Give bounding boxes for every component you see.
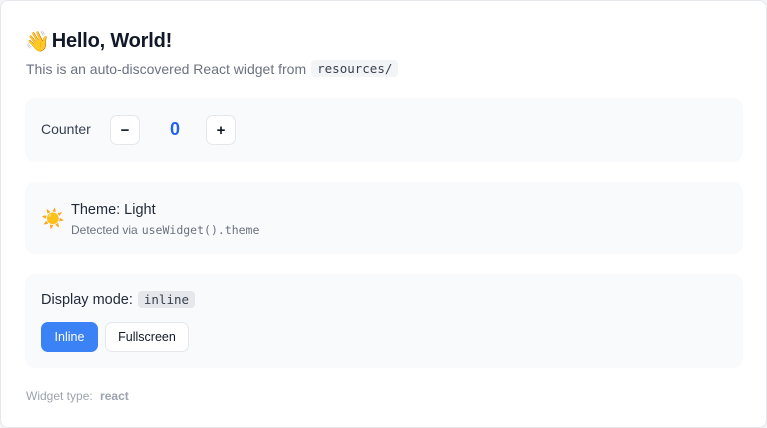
theme-detected-code: useWidget().theme	[141, 223, 260, 237]
inline-mode-button[interactable]: Inline	[41, 322, 98, 352]
display-mode-code: inline	[137, 291, 196, 308]
resources-path-code: resources/	[311, 60, 399, 77]
display-mode-label-text: Display mode:	[41, 291, 133, 308]
page-title: 👋 Hello, World!	[25, 29, 172, 54]
widget-type-label: Widget type:	[26, 389, 93, 403]
theme-detected-line: Detected via useWidget().theme	[71, 223, 259, 237]
widget-type-value: react	[100, 389, 129, 403]
fullscreen-mode-button[interactable]: Fullscreen	[105, 322, 189, 352]
theme-card: ☀️ Theme: Light Detected via useWidget()…	[25, 182, 743, 254]
page-subtitle: This is an auto-discovered React widget …	[26, 60, 399, 77]
theme-title: Theme: Light	[71, 202, 156, 218]
display-mode-card: Display mode: inline Inline Fullscreen	[25, 274, 743, 368]
decrement-button[interactable]: −	[110, 115, 140, 145]
subtitle-text: This is an auto-discovered React widget …	[26, 60, 307, 77]
counter-value: 0	[169, 119, 180, 139]
counter-label: Counter	[41, 121, 91, 137]
widget-type-footer: Widget type: react	[26, 389, 129, 403]
display-mode-label: Display mode: inline	[41, 291, 196, 308]
page-title-text: Hello, World!	[51, 30, 173, 52]
theme-detected-text: Detected via	[71, 223, 138, 237]
widget-frame: 👋 Hello, World! This is an auto-discover…	[0, 0, 767, 428]
waving-hand-icon: 👋	[25, 31, 50, 53]
sun-icon: ☀️	[41, 209, 65, 230]
counter-card: Counter − 0 +	[25, 98, 743, 162]
increment-button[interactable]: +	[206, 115, 236, 145]
